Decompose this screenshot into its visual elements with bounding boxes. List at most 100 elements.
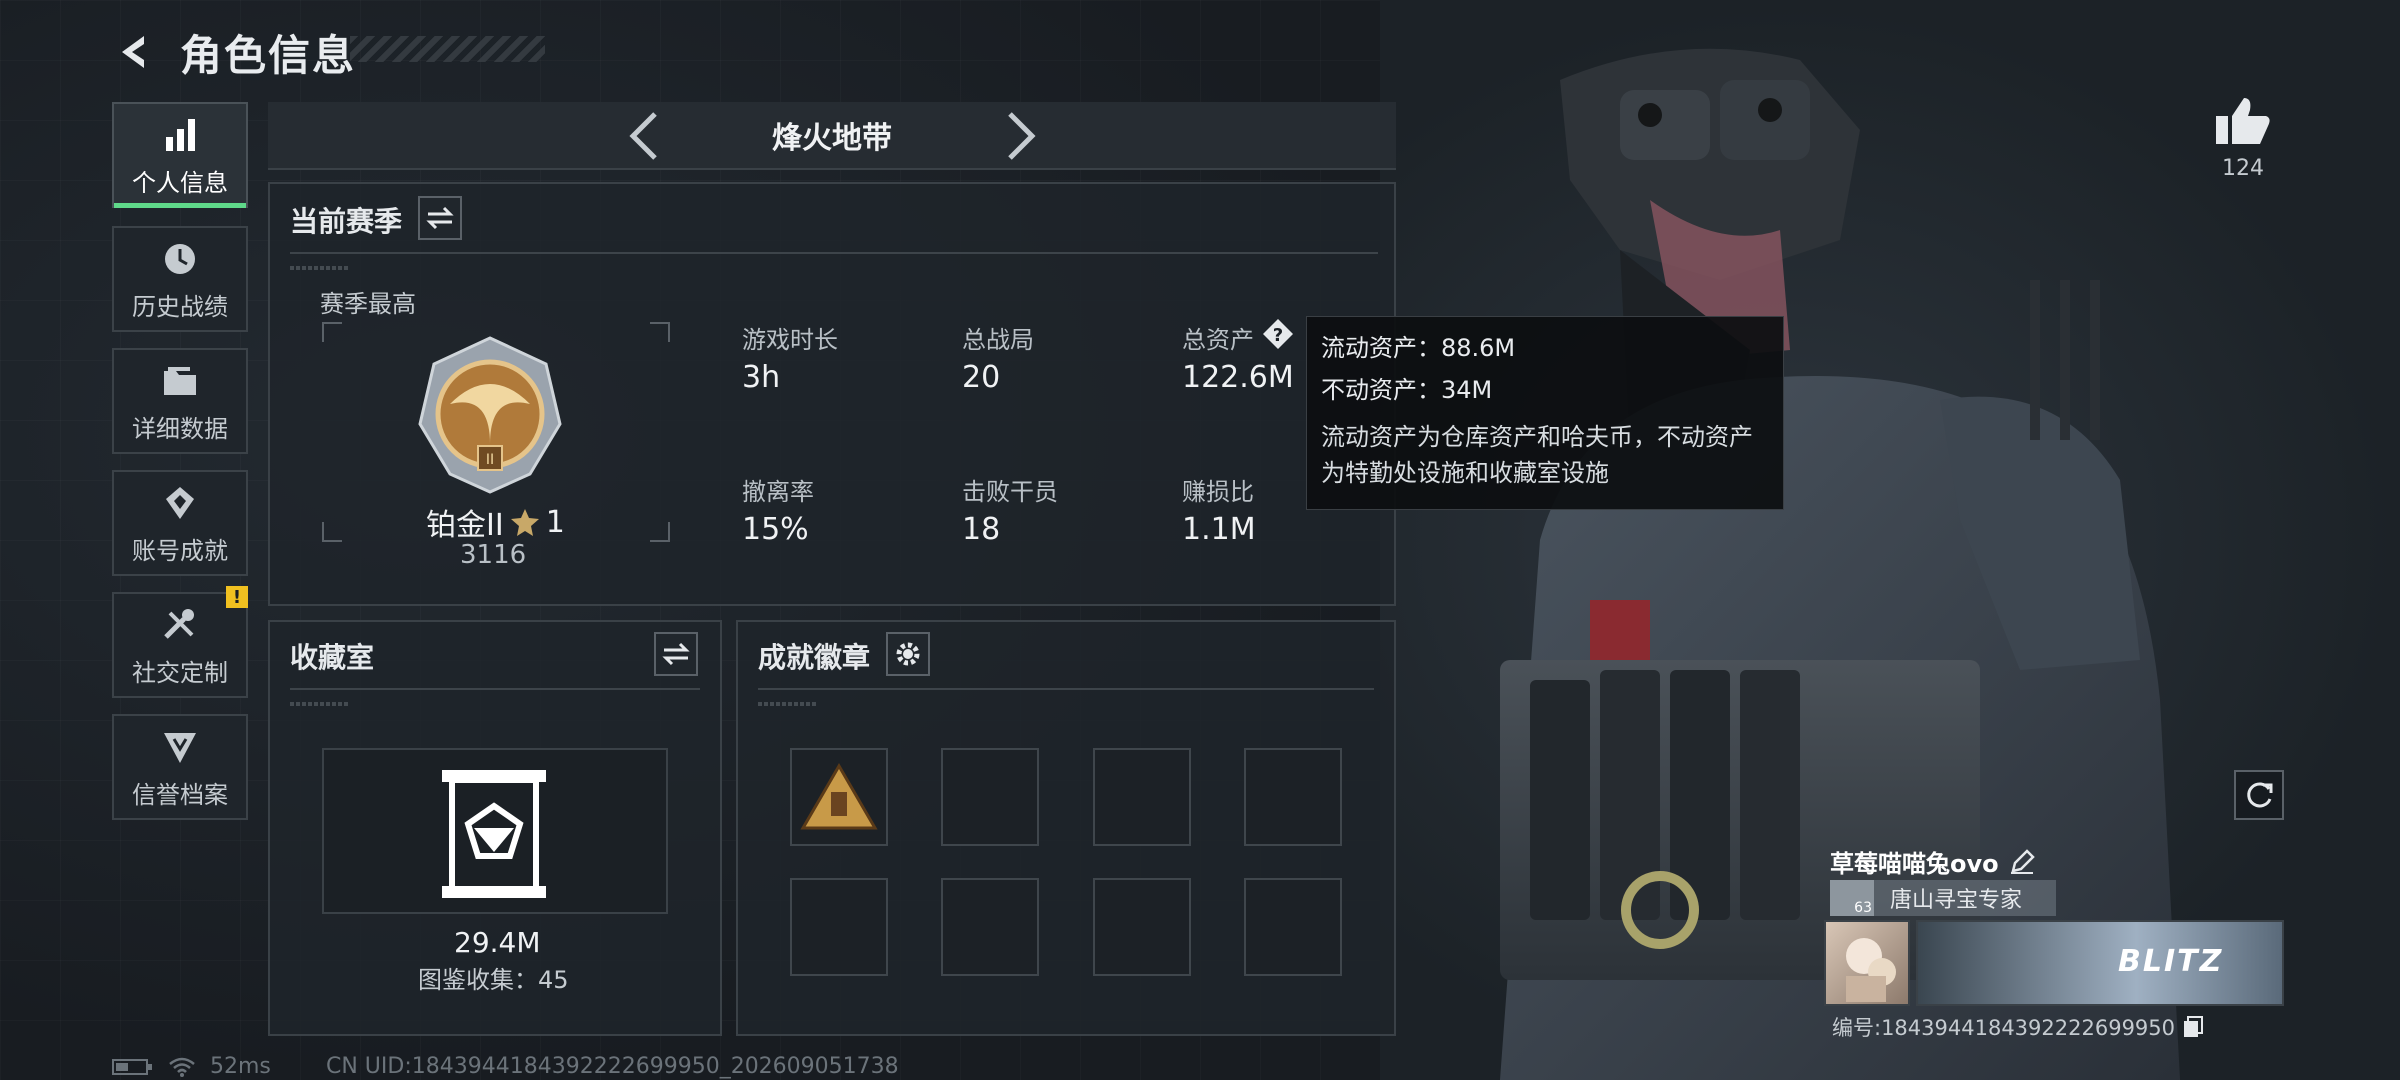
- nav-label: 信誉档案: [132, 780, 228, 809]
- season-divider: [290, 252, 1378, 254]
- nav-label: 账号成就: [132, 536, 228, 565]
- credit-icon: [158, 725, 202, 769]
- achievements-divider: [758, 688, 1374, 690]
- star-icon: [510, 509, 539, 536]
- collection-count: 图鉴收集：45: [418, 966, 569, 994]
- swap-icon: [662, 642, 690, 666]
- refresh-icon: [2247, 782, 2273, 808]
- banner-text: BLITZ: [2118, 944, 2224, 979]
- stat-label-total-assets: 总资产: [1182, 326, 1254, 354]
- collection-switch-button[interactable]: [654, 632, 698, 676]
- mode-next-button[interactable]: [1000, 110, 1040, 162]
- collection-value: 29.4M: [454, 926, 541, 959]
- player-name: 草莓喵喵兔ovo: [1830, 850, 1999, 878]
- rank-score: 3116: [460, 540, 527, 570]
- uid-text: CN UID:1843944184392222699950_2026090517…: [326, 1054, 899, 1079]
- status-bar: 52ms: [112, 1054, 271, 1079]
- stat-label-extract-rate: 撤离率: [742, 478, 814, 506]
- gear-icon: [896, 642, 920, 666]
- tooltip-liquid-assets: 流动资产：88.6M: [1321, 334, 1516, 362]
- achievement-icon: [158, 481, 202, 525]
- svg-text:?: ?: [1273, 325, 1283, 346]
- page-title: 角色信息: [180, 31, 357, 80]
- nav-item-personal-info[interactable]: 个人信息: [112, 102, 248, 208]
- chevron-left-icon: [629, 112, 657, 160]
- thumbs-up-icon: [2216, 98, 2270, 144]
- warning-badge: !: [226, 586, 248, 608]
- mode-prev-button[interactable]: [625, 110, 665, 162]
- achievements-title: 成就徽章: [758, 641, 871, 674]
- nav-item-history[interactable]: 历史战绩: [112, 226, 248, 332]
- stat-value-play-time: 3h: [742, 360, 781, 395]
- tooltip-fixed-assets: 不动资产：34M: [1321, 376, 1493, 404]
- pyramid-badge-icon: [800, 763, 878, 830]
- collection-room-preview[interactable]: [322, 748, 668, 914]
- collection-divider: [290, 688, 700, 690]
- mode-title: 烽火地带: [772, 121, 892, 156]
- title-decoration: [350, 36, 545, 62]
- divider-decoration: [290, 702, 350, 706]
- badge-slot[interactable]: [1093, 748, 1191, 846]
- back-arrow-icon: [122, 36, 144, 68]
- collection-title: 收藏室: [290, 641, 375, 674]
- stat-value-total-matches: 20: [962, 360, 1001, 395]
- season-best-label: 赛季最高: [320, 290, 416, 318]
- season-switch-button[interactable]: [418, 196, 462, 240]
- question-icon: ?: [1263, 319, 1293, 349]
- avatar-image: [1846, 938, 1896, 1002]
- badge-slot[interactable]: [790, 748, 888, 846]
- divider-decoration: [758, 702, 818, 706]
- player-name-row: 草莓喵喵兔ovo: [1830, 844, 2035, 879]
- stat-label-play-time: 游戏时长: [742, 326, 838, 354]
- back-button[interactable]: [110, 28, 158, 76]
- svg-text:II: II: [486, 452, 494, 468]
- stat-value-profit-ratio: 1.1M: [1182, 512, 1256, 547]
- edit-icon[interactable]: [2009, 848, 2035, 875]
- battery-icon: [112, 1058, 152, 1075]
- player-title-tag: 63 唐山寻宝专家: [1830, 880, 2056, 916]
- chevron-right-icon: [1008, 112, 1036, 160]
- nav-item-account-achievements[interactable]: 账号成就: [112, 470, 248, 576]
- badge-slot[interactable]: [790, 878, 888, 976]
- badge-slot[interactable]: [1093, 878, 1191, 976]
- stat-label-kills: 击败干员: [962, 478, 1058, 506]
- badge-slot[interactable]: [1244, 878, 1342, 976]
- wifi-icon: [169, 1057, 195, 1077]
- player-level: 63: [1854, 900, 1872, 916]
- rank-name-row: 铂金II 1: [426, 500, 565, 544]
- season-title: 当前赛季: [290, 205, 403, 238]
- badge-slot[interactable]: [941, 878, 1039, 976]
- stat-label-profit-ratio: 赚损比: [1182, 478, 1254, 506]
- nav-item-credit-record[interactable]: 信誉档案: [112, 714, 248, 820]
- player-id-row: 编号:1843944184392222699950: [1832, 1012, 2205, 1042]
- badge-slot[interactable]: [1244, 748, 1342, 846]
- level-badge: 63: [1830, 880, 1874, 916]
- rank-stars: 1: [545, 504, 565, 540]
- latency-text: 52ms: [210, 1054, 271, 1079]
- tools-icon: [158, 603, 202, 647]
- bar-chart-icon: [158, 113, 202, 157]
- nav-label: 详细数据: [132, 414, 228, 443]
- assets-help-button[interactable]: ?: [1262, 318, 1294, 350]
- copy-icon[interactable]: [2181, 1015, 2205, 1039]
- assets-tooltip: 流动资产：88.6M 不动资产：34M 流动资产为仓库资产和哈夫币，不动资产 为…: [1306, 316, 1784, 510]
- player-banner[interactable]: BLITZ: [1916, 920, 2284, 1006]
- nav-item-detailed-data[interactable]: 详细数据: [112, 348, 248, 454]
- folder-icon: [158, 359, 202, 403]
- divider-decoration: [290, 266, 350, 270]
- stat-label-total-matches: 总战局: [962, 326, 1034, 354]
- stat-value-kills: 18: [962, 512, 1001, 547]
- like-button[interactable]: [2214, 96, 2272, 146]
- tooltip-description-line-1: 流动资产为仓库资产和哈夫币，不动资产: [1321, 423, 1753, 451]
- player-title: 唐山寻宝专家: [1890, 888, 2023, 913]
- mode-selector: 烽火地带: [268, 102, 1396, 170]
- nav-label: 个人信息: [132, 168, 228, 197]
- like-count: 124: [2222, 156, 2264, 181]
- avatar[interactable]: [1824, 920, 1910, 1006]
- rotate-model-button[interactable]: [2234, 770, 2284, 820]
- history-icon: [158, 237, 202, 281]
- badge-slot[interactable]: [941, 748, 1039, 846]
- rank-name: 铂金II: [426, 508, 504, 543]
- achievements-settings-button[interactable]: [886, 632, 930, 676]
- swap-icon: [426, 206, 454, 230]
